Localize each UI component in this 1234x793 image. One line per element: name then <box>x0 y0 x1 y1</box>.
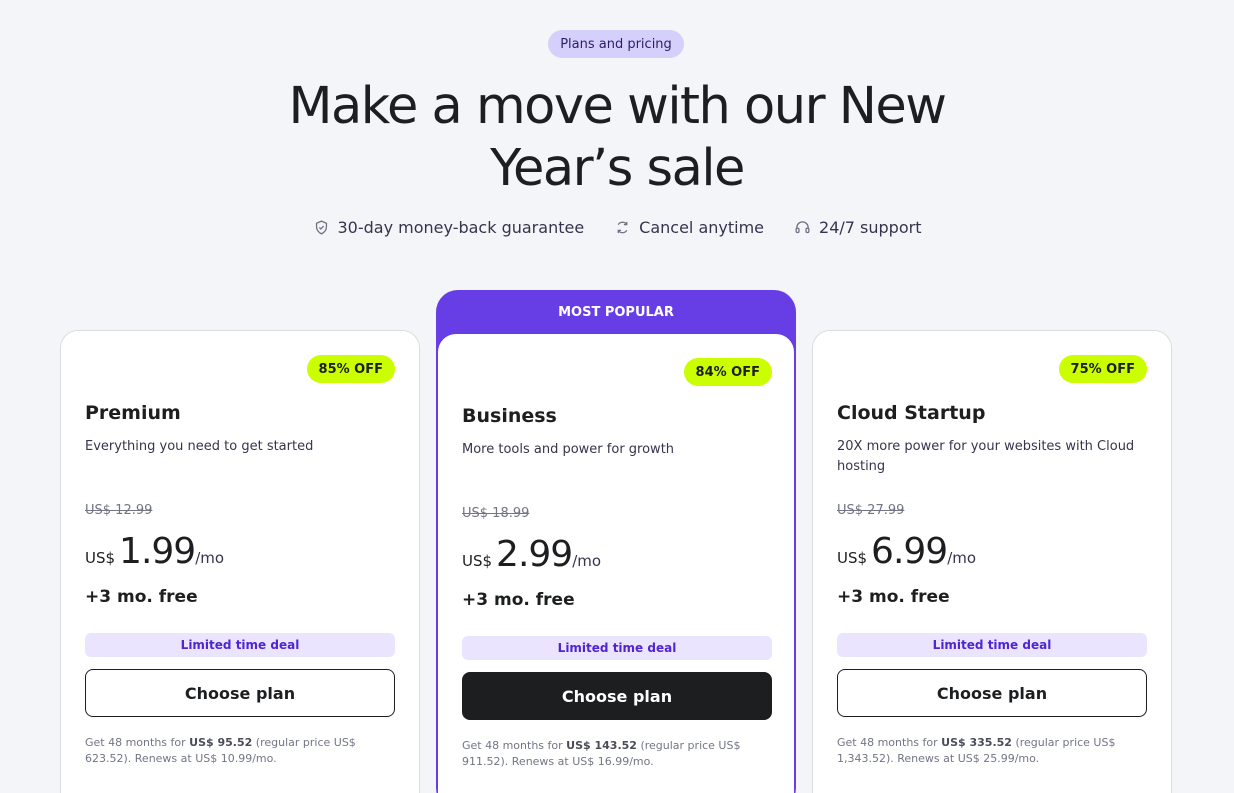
plan-name: Business <box>462 405 557 427</box>
limited-deal-badge: Limited time deal <box>837 633 1147 657</box>
plan-description: 20X more power for your websites with Cl… <box>837 439 1135 474</box>
fine-total: US$ 335.52 <box>941 736 1012 749</box>
price-amount: 2.99 <box>496 534 573 575</box>
price-period: /mo <box>572 552 602 570</box>
limited-deal-badge: Limited time deal <box>462 636 772 660</box>
refresh-icon <box>617 221 628 234</box>
guarantee-money-back: 30-day money-back guarantee <box>313 218 585 237</box>
guarantees-row: 30-day money-back guarantee Cancel anyti… <box>0 218 1234 237</box>
guarantee-money-back-label: 30-day money-back guarantee <box>337 218 585 237</box>
fine-total: US$ 143.52 <box>566 739 637 752</box>
fine-total: US$ 95.52 <box>189 736 253 749</box>
free-months: +3 mo. free <box>462 590 575 610</box>
limited-deal-badge: Limited time deal <box>85 633 395 657</box>
free-months: +3 mo. free <box>85 587 198 607</box>
plan-description: Everything you need to get started <box>85 439 314 454</box>
plan-card-business-body: 84% OFF Business More tools and power fo… <box>438 334 794 793</box>
most-popular-label: MOST POPULAR <box>558 304 674 320</box>
price-currency: US$ <box>85 549 116 567</box>
choose-plan-button[interactable]: Choose plan <box>837 669 1147 717</box>
plan-card-premium: 85% OFF Premium Everything you need to g… <box>60 330 420 793</box>
guarantee-cancel-label: Cancel anytime <box>639 218 765 237</box>
free-months: +3 mo. free <box>837 587 950 607</box>
old-price: US$ 12.99 <box>85 503 153 518</box>
plan-name: Premium <box>85 402 181 424</box>
price-period: /mo <box>195 549 225 567</box>
plan-card-business: MOST POPULAR 84% OFF Business More tools… <box>436 290 796 793</box>
discount-badge: 84% OFF <box>683 358 772 386</box>
price-amount: 6.99 <box>871 531 948 572</box>
old-price: US$ 18.99 <box>462 506 530 521</box>
price-period: /mo <box>947 549 977 567</box>
plan-card-cloud-startup: 75% OFF Cloud Startup 20X more power for… <box>812 330 1172 793</box>
discount-badge: 85% OFF <box>306 355 395 383</box>
fine-prefix: Get 48 months for <box>85 736 190 749</box>
discount-badge: 75% OFF <box>1058 355 1147 383</box>
headset-icon <box>795 221 810 234</box>
price: US$ 1.99 /mo <box>85 531 224 572</box>
choose-plan-button[interactable]: Choose plan <box>462 672 772 720</box>
plan-description: More tools and power for growth <box>462 442 675 457</box>
headline-line-2: Year’s sale <box>490 139 745 198</box>
page-headline: Make a move with our New Year’s sale <box>200 76 1034 200</box>
plan-fine-print: Get 48 months for US$ 143.52 (regular pr… <box>462 738 762 770</box>
plan-name: Cloud Startup <box>837 402 986 424</box>
guarantee-cancel: Cancel anytime <box>614 218 764 237</box>
plans-pricing-pill: Plans and pricing <box>548 30 684 58</box>
shield-check-icon <box>315 220 327 235</box>
price-currency: US$ <box>837 549 868 567</box>
old-price: US$ 27.99 <box>837 503 905 518</box>
guarantee-support: 24/7 support <box>794 218 921 237</box>
price: US$ 2.99 /mo <box>462 534 601 575</box>
choose-plan-button[interactable]: Choose plan <box>85 669 395 717</box>
price-currency: US$ <box>462 552 493 570</box>
fine-prefix: Get 48 months for <box>462 739 567 752</box>
headline-line-1: Make a move with our New <box>288 77 947 136</box>
plan-fine-print: Get 48 months for US$ 335.52 (regular pr… <box>837 735 1137 767</box>
price: US$ 6.99 /mo <box>837 531 976 572</box>
price-amount: 1.99 <box>119 531 196 572</box>
fine-prefix: Get 48 months for <box>837 736 942 749</box>
guarantee-support-label: 24/7 support <box>819 218 922 237</box>
plan-fine-print: Get 48 months for US$ 95.52 (regular pri… <box>85 735 385 767</box>
